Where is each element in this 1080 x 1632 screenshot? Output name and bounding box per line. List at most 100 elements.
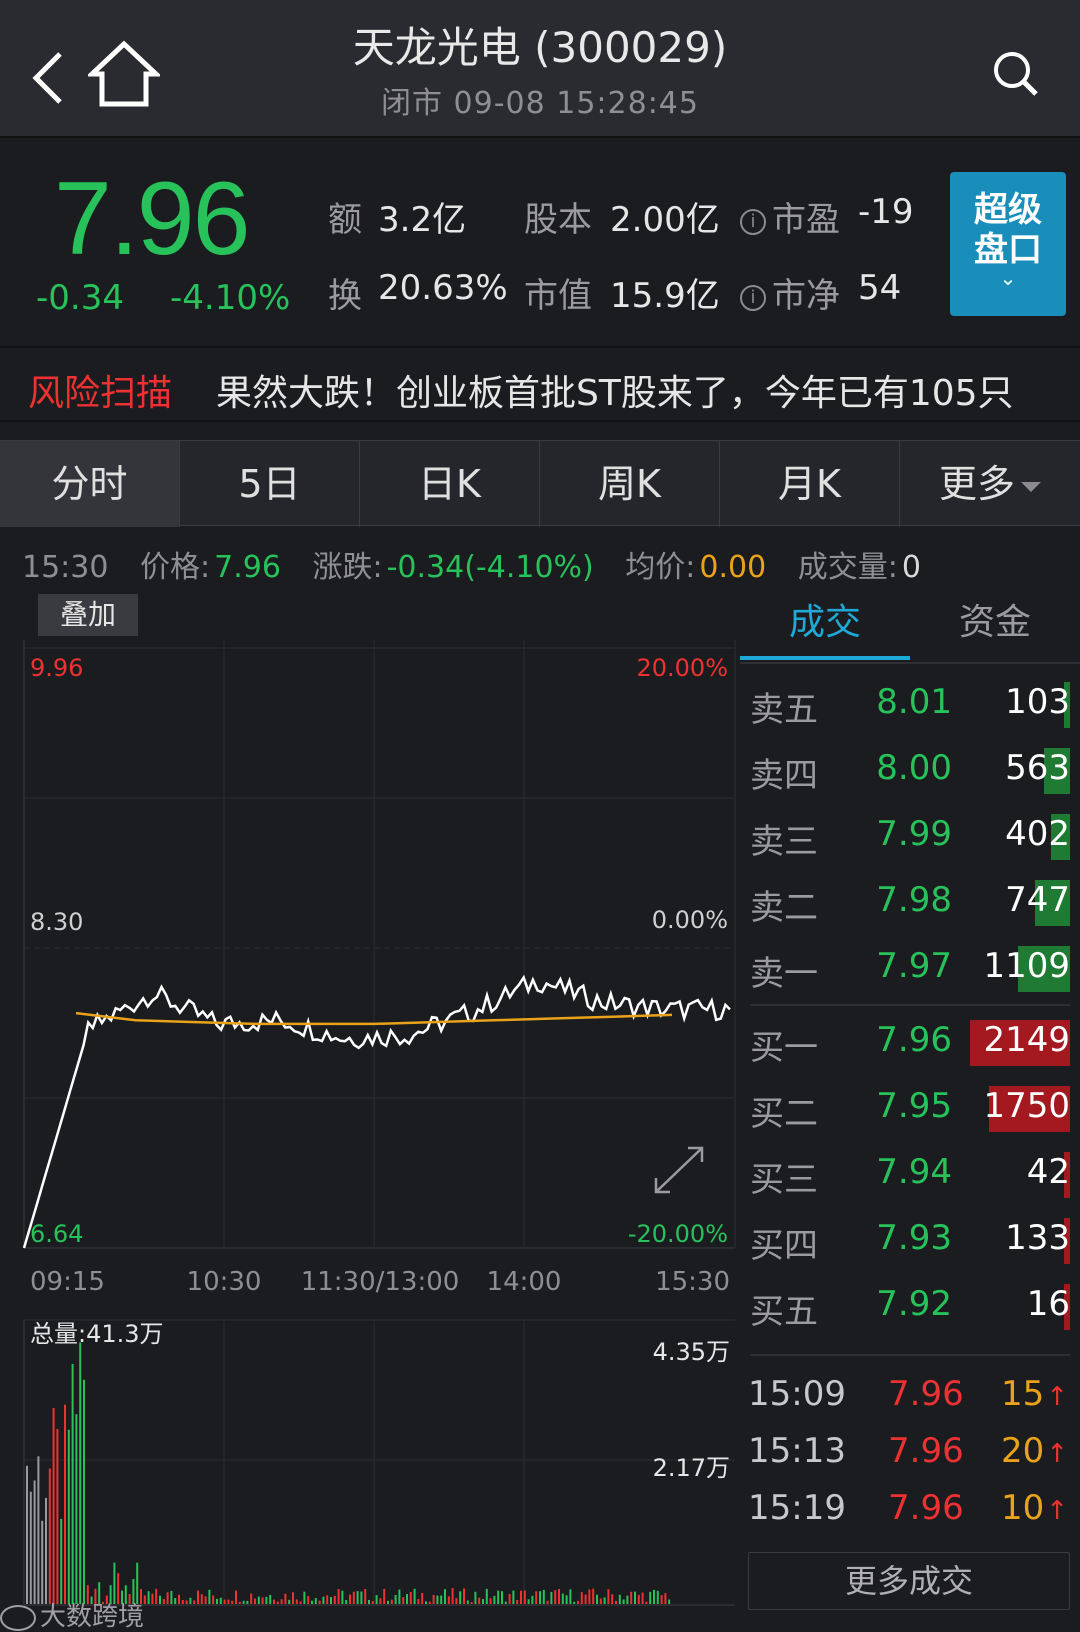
more-trades-button[interactable]: 更多成交: [748, 1552, 1070, 1610]
volume-bar: [580, 1592, 583, 1604]
volume-bar: [535, 1591, 538, 1604]
intraday-chart[interactable]: 9.96 8.30 6.64 20.00% 0.00% -20.00% 09:1…: [0, 590, 740, 1632]
volume-bar: [151, 1593, 154, 1604]
volume-bar: [622, 1599, 625, 1604]
volume-bar: [318, 1600, 321, 1604]
orderbook-row[interactable]: 卖五 8.01 103: [740, 672, 1080, 738]
orderbook-price: 8.01: [876, 682, 952, 722]
tab-capital[interactable]: 资金: [910, 590, 1080, 660]
volume-bar: [356, 1591, 359, 1604]
trade-price: 7.96: [888, 1488, 964, 1528]
orderbook-level: 买三: [750, 1160, 818, 1200]
volume-bar: [71, 1364, 74, 1604]
volume-bar: [668, 1599, 671, 1604]
volume-bar: [250, 1593, 253, 1604]
orderbook-row[interactable]: 卖二 7.98 747: [740, 870, 1080, 936]
volume-bar: [577, 1600, 579, 1604]
volume-bar: [497, 1590, 500, 1604]
volume-bar: [273, 1599, 275, 1604]
overlay-button[interactable]: 叠加: [38, 594, 138, 636]
orderbook-row[interactable]: 买一 7.96 2149: [740, 1010, 1080, 1076]
orderbook-row[interactable]: 卖三 7.99 402: [740, 804, 1080, 870]
up-arrow-icon: ↑: [1046, 1496, 1068, 1526]
volume-bar: [592, 1588, 595, 1604]
trade-volume: 10↑: [1000, 1488, 1068, 1528]
volume-bar: [520, 1590, 522, 1604]
volume-bar: [246, 1600, 249, 1604]
volume-bar: [64, 1404, 66, 1604]
volume-bar: [630, 1591, 633, 1604]
volume-bar: [466, 1600, 469, 1604]
volume-bar: [295, 1599, 298, 1604]
volume-bar: [45, 1497, 47, 1604]
search-icon[interactable]: [990, 48, 1042, 100]
tab-intraday[interactable]: 分时: [0, 441, 180, 527]
pb-label[interactable]: i 市净: [740, 268, 840, 317]
volume-bar: [444, 1589, 446, 1604]
tab-more[interactable]: 更多: [900, 441, 1080, 527]
volume-bar: [656, 1590, 659, 1604]
volume-bar: [375, 1595, 378, 1604]
volume-bar: [276, 1601, 279, 1604]
tab-monthly-k[interactable]: 月K: [720, 441, 900, 527]
shares-value: 2.00亿: [610, 200, 720, 240]
volume-bar: [409, 1592, 412, 1604]
volume-bar: [558, 1589, 560, 1604]
volume-bar: [387, 1600, 389, 1604]
info-icon[interactable]: i: [740, 208, 766, 235]
volume-bar: [436, 1595, 439, 1604]
tab-daily-k[interactable]: 日K: [360, 441, 540, 527]
chart-period-tabs: 分时 5日 日K 周K 月K 更多: [0, 440, 1080, 527]
volume-bar: [390, 1599, 393, 1604]
volume-bar: [208, 1589, 211, 1604]
orderbook-row[interactable]: 卖一 7.97 1109: [740, 936, 1080, 1002]
x-label-0915: 09:15: [30, 1267, 105, 1297]
risk-scan-bar[interactable]: 风险扫描 果然大跌！创业板首批ST股来了，今年已有105只: [0, 350, 1080, 422]
volume-bar: [637, 1594, 640, 1604]
volume-bar: [569, 1589, 572, 1604]
volume-bar: [292, 1592, 294, 1604]
volume-bar: [174, 1598, 177, 1604]
tab-5day[interactable]: 5日: [180, 441, 360, 527]
orderbook-price: 7.94: [876, 1152, 952, 1192]
orderbook-row[interactable]: 买四 7.93 133: [740, 1208, 1080, 1274]
amount-label: 额: [328, 200, 362, 240]
tab-weekly-k[interactable]: 周K: [540, 441, 720, 527]
volume-bar: [596, 1594, 598, 1604]
tab-trades[interactable]: 成交: [740, 590, 910, 660]
orderbook-price: 7.97: [876, 946, 952, 986]
orderbook-row[interactable]: 卖四 8.00 563: [740, 738, 1080, 804]
volume-bar: [178, 1594, 180, 1604]
volume-bar: [345, 1600, 348, 1604]
orderbook-row[interactable]: 买五 7.92 16: [740, 1274, 1080, 1340]
volume-bar: [143, 1595, 146, 1604]
volume-bar: [265, 1596, 268, 1604]
orderbook-level: 买一: [750, 1028, 818, 1068]
orderbook-level: 卖五: [750, 690, 818, 730]
volume-bar: [508, 1594, 511, 1604]
info-icon[interactable]: i: [740, 284, 766, 311]
header-bar: 天龙光电 (300029) 闭市 09-08 15:28:45: [0, 0, 1080, 138]
volume-bar: [421, 1593, 424, 1604]
mktcap-value: 15.9亿: [610, 276, 720, 316]
orderbook-level: 卖四: [750, 756, 818, 796]
expand-icon[interactable]: [654, 1146, 704, 1194]
risk-scan-headline[interactable]: 果然大跌！创业板首批ST股来了，今年已有105只: [216, 364, 1052, 416]
orderbook-row[interactable]: 买三 7.94 42: [740, 1142, 1080, 1208]
info-time: 15:30: [22, 550, 109, 585]
pe-label[interactable]: i 市盈: [740, 192, 840, 241]
volume-bar: [653, 1589, 655, 1604]
orderbook-row[interactable]: 买二 7.95 1750: [740, 1076, 1080, 1142]
orderbook-level: 卖三: [750, 822, 818, 862]
volume-bar: [588, 1589, 591, 1604]
super-orderbook-button[interactable]: 超级 盘口 ⌄: [950, 172, 1066, 316]
volume-mid-label: 2.17万: [653, 1454, 730, 1482]
volume-bar: [254, 1598, 256, 1604]
volume-bar: [402, 1597, 405, 1604]
volume-bar: [48, 1468, 51, 1604]
trades-divider: [750, 1354, 1070, 1356]
volume-bar: [371, 1601, 374, 1604]
price-change: -0.34: [36, 278, 124, 318]
volume-bar: [459, 1591, 462, 1604]
volume-bar: [440, 1595, 443, 1604]
